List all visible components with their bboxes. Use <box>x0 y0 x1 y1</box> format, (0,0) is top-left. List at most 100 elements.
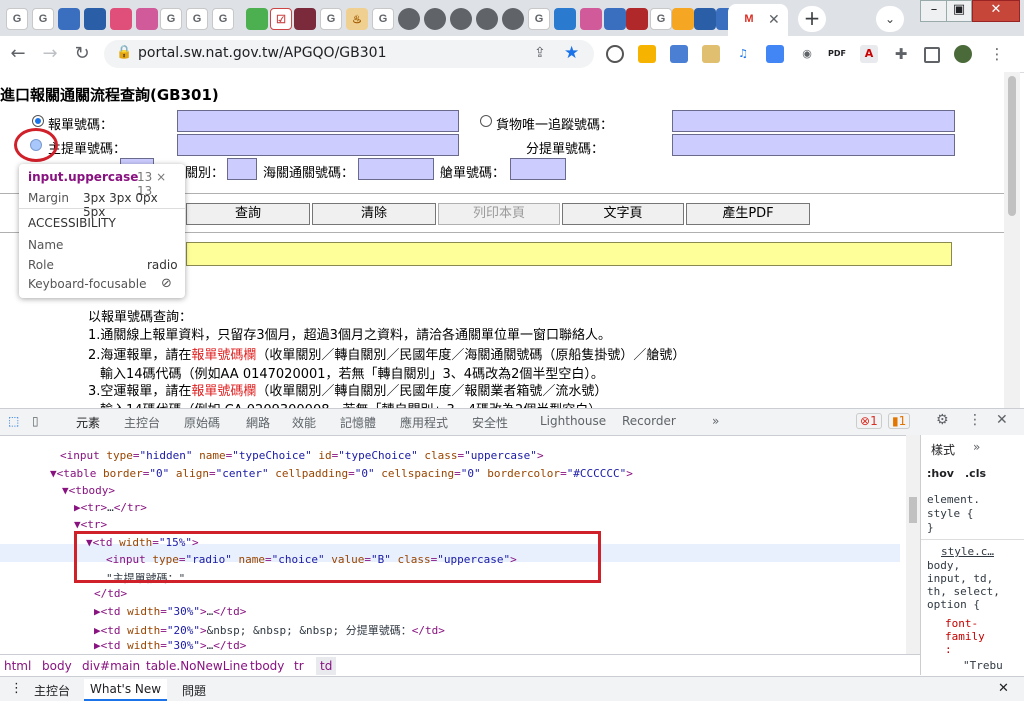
scrollbar-thumb[interactable] <box>909 497 917 523</box>
cls-toggle[interactable]: .cls <box>965 467 986 480</box>
acrobat-icon[interactable]: A <box>860 45 878 63</box>
extension-icon[interactable] <box>606 45 624 63</box>
error-count-badge[interactable]: ⊗1 <box>856 413 882 429</box>
crumb-tr[interactable]: tr <box>294 659 304 673</box>
tab-favicon[interactable]: G <box>650 8 672 30</box>
tab-favicon[interactable]: G <box>372 8 394 30</box>
extension-icon[interactable] <box>766 45 784 63</box>
tab-sources[interactable]: 原始碼 <box>184 414 220 431</box>
tab-favicon[interactable] <box>58 8 80 30</box>
dom-node-line[interactable]: <input type="hidden" name="typeChoice" i… <box>60 449 544 462</box>
extension-icon[interactable] <box>670 45 688 63</box>
clear-button[interactable]: 清除 <box>312 203 436 225</box>
tab-performance[interactable]: 效能 <box>292 414 316 431</box>
tab-elements[interactable]: 元素 <box>76 414 100 431</box>
crumb-html[interactable]: html <box>4 659 31 673</box>
tab-lighthouse[interactable]: Lighthouse <box>540 414 606 428</box>
tab-favicon[interactable]: G <box>32 8 54 30</box>
tab-favicon[interactable] <box>136 8 158 30</box>
forward-icon[interactable]: → <box>38 42 62 66</box>
crumb-td[interactable]: td <box>316 657 337 675</box>
avatar[interactable] <box>954 45 972 63</box>
settings-gear-icon[interactable]: ⚙ <box>936 412 949 428</box>
devtools-menu-icon[interactable]: ⋮ <box>968 412 982 428</box>
drawer-menu-icon[interactable]: ⋮ <box>10 681 23 696</box>
tab-favicon[interactable] <box>604 8 626 30</box>
new-tab-button[interactable]: + <box>798 6 826 32</box>
tab-favicon[interactable] <box>110 8 132 30</box>
crumb-body[interactable]: body <box>42 659 72 673</box>
crumb-table[interactable]: table.NoNewLine <box>146 659 248 673</box>
tab-memory[interactable]: 記憶體 <box>340 414 376 431</box>
generate-pdf-button[interactable]: 產生PDF <box>686 203 810 225</box>
more-tabs-icon[interactable]: » <box>712 414 719 428</box>
minimize-icon[interactable]: – <box>920 0 948 22</box>
dom-node-line[interactable]: </td> <box>94 587 127 600</box>
device-toggle-icon[interactable]: ▯ <box>32 414 39 428</box>
tab-favicon[interactable]: G <box>212 8 234 30</box>
tab-favicon[interactable]: G <box>186 8 208 30</box>
dom-node-line[interactable]: ▶<td width="30%">…</td> <box>94 639 246 652</box>
page-scrollbar[interactable] <box>1004 72 1020 408</box>
maximize-icon[interactable]: ▣ <box>946 0 972 22</box>
cargo-tracking-radio[interactable] <box>480 115 492 127</box>
query-button[interactable]: 查詢 <box>186 203 310 225</box>
tab-favicon[interactable]: G <box>6 8 28 30</box>
active-tab[interactable]: M ✕ <box>728 4 788 36</box>
pdf-icon[interactable]: PDF <box>828 45 846 63</box>
print-button[interactable]: 列印本頁 <box>438 203 560 225</box>
bookmark-star-icon[interactable]: ★ <box>564 43 579 63</box>
tab-console[interactable]: 主控台 <box>124 414 160 431</box>
window-close-icon[interactable]: ✕ <box>972 0 1020 22</box>
hov-toggle[interactable]: :hov <box>927 467 954 480</box>
tab-favicon[interactable] <box>398 8 420 30</box>
kebab-menu-icon[interactable]: ⋮ <box>988 45 1006 63</box>
extension-icon[interactable] <box>638 45 656 63</box>
cargo-tracking-input[interactable] <box>672 110 955 132</box>
vessel-no-input[interactable] <box>510 158 566 180</box>
camera-icon[interactable]: ◉ <box>798 45 816 63</box>
tab-favicon[interactable]: G <box>160 8 182 30</box>
tab-favicon[interactable] <box>626 8 648 30</box>
tab-favicon[interactable] <box>580 8 602 30</box>
tab-network[interactable]: 網路 <box>246 414 270 431</box>
headphones-icon[interactable]: ♫ <box>734 45 752 63</box>
master-bl-input[interactable] <box>177 134 459 156</box>
tab-favicon[interactable] <box>294 8 316 30</box>
drawer-tab-console[interactable]: 主控台 <box>34 682 70 699</box>
tab-security[interactable]: 安全性 <box>472 414 508 431</box>
inspect-icon[interactable]: ⬚ <box>8 414 19 428</box>
crumb-tbody[interactable]: tbody <box>250 659 284 673</box>
drawer-tab-whats-new[interactable]: What's New <box>84 679 168 701</box>
declaration-no-input[interactable] <box>177 110 459 132</box>
text-page-button[interactable]: 文字頁 <box>562 203 684 225</box>
dom-node-line[interactable]: ▼<table border="0" align="center" cellpa… <box>50 467 633 480</box>
share-icon[interactable]: ⇪ <box>534 45 546 61</box>
close-tab-icon[interactable]: ✕ <box>768 12 780 28</box>
tab-favicon[interactable] <box>246 8 268 30</box>
office-input[interactable] <box>227 158 257 180</box>
tab-favicon[interactable] <box>476 8 498 30</box>
back-icon[interactable]: ← <box>6 42 30 66</box>
drawer-tab-issues[interactable]: 問題 <box>182 682 206 699</box>
tab-favicon[interactable]: ☑ <box>270 8 292 30</box>
styles-tab[interactable]: 樣式 <box>931 441 955 458</box>
dom-node-line[interactable]: ▶<td width="20%">&nbsp; &nbsp; &nbsp; 分提… <box>94 622 445 638</box>
tab-favicon[interactable] <box>694 8 716 30</box>
dom-node-line[interactable]: ▶<tr>…</tr> <box>74 501 147 514</box>
extension-icon[interactable] <box>702 45 720 63</box>
tab-search-chevron-icon[interactable]: ⌄ <box>876 6 904 32</box>
style-source-link[interactable]: style.c… <box>941 545 994 558</box>
crumb-div-main[interactable]: div#main <box>82 659 140 673</box>
reload-icon[interactable]: ↻ <box>70 42 94 66</box>
tab-favicon[interactable] <box>424 8 446 30</box>
tab-favicon[interactable] <box>450 8 472 30</box>
tab-favicon[interactable]: ♨ <box>346 8 368 30</box>
dom-node-line[interactable]: ▼<tbody> <box>62 484 115 497</box>
lock-icon[interactable]: 🔒 <box>116 45 132 60</box>
dom-scrollbar[interactable] <box>906 435 920 655</box>
dom-node-line[interactable]: ▶<td width="30%">…</td> <box>94 605 246 618</box>
puzzle-icon[interactable]: ✚ <box>892 45 910 63</box>
tab-favicon[interactable] <box>672 8 694 30</box>
drawer-close-icon[interactable]: ✕ <box>998 681 1009 696</box>
